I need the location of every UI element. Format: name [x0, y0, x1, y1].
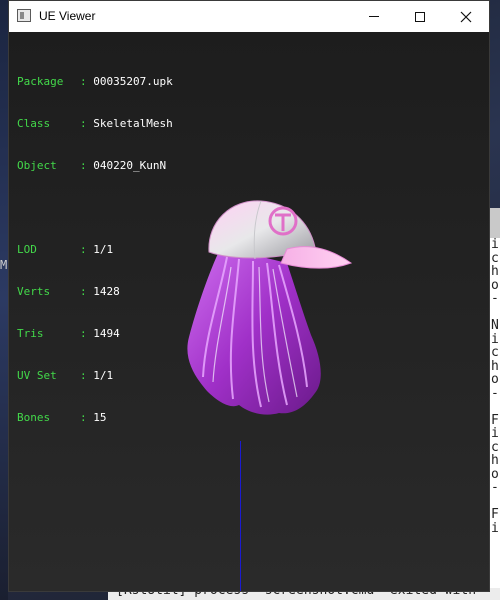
info-lod-row: LOD: 1/1 [17, 243, 173, 257]
info-value: 15 [93, 411, 107, 424]
title-bar[interactable]: UE Viewer [9, 1, 489, 32]
ue-viewer-window[interactable]: UE Viewer Package: 00035207.upk Class: S… [8, 0, 490, 592]
info-value: SkeletalMesh [93, 117, 173, 130]
window-title: UE Viewer [39, 9, 96, 23]
maximize-button[interactable] [397, 1, 443, 32]
info-value: 00035207.upk [93, 75, 173, 88]
minimize-icon [369, 16, 379, 17]
info-class-row: Class: SkeletalMesh [17, 117, 173, 131]
info-verts-row: Verts: 1428 [17, 285, 173, 299]
mesh-info-panel: Package: 00035207.upk Class: SkeletalMes… [17, 47, 173, 453]
info-separator: : [80, 159, 94, 172]
info-value: 1/1 [93, 243, 114, 256]
info-value: 1428 [93, 285, 120, 298]
axis-indicator-line [240, 441, 241, 591]
info-separator: : [80, 369, 94, 382]
info-label: Tris [17, 327, 44, 340]
desktop-background [0, 0, 8, 600]
info-label: Bones [17, 411, 51, 424]
info-label: Class [17, 117, 51, 130]
close-icon [460, 11, 472, 22]
info-separator: : [80, 285, 94, 298]
info-separator: : [80, 327, 94, 340]
info-label: Package [17, 75, 64, 88]
info-separator: : [80, 243, 94, 256]
background-terminal-right: i c h o - N i c h o - F i c h o - F i [490, 208, 500, 600]
terminal-text: i c h o - N i c h o - F i c h o - F i [491, 237, 499, 536]
background-window-fragment: M [0, 258, 8, 272]
info-uvset-row: UV Set: 1/1 [17, 369, 173, 383]
mesh-render-cap-with-hair [187, 200, 353, 415]
terminal-scroll-header [490, 208, 500, 238]
info-tris-row: Tris: 1494 [17, 327, 173, 341]
info-label: Verts [17, 285, 51, 298]
info-label: Object [17, 159, 57, 172]
info-value: 1/1 [93, 369, 114, 382]
info-separator: : [80, 411, 94, 424]
info-separator: : [80, 117, 94, 130]
info-package-row: Package: 00035207.upk [17, 75, 173, 89]
info-spacer [17, 201, 173, 215]
info-label: LOD [17, 243, 37, 256]
maximize-icon [415, 11, 425, 22]
info-value: 040220_KunN [93, 159, 167, 172]
close-button[interactable] [443, 1, 489, 32]
info-object-row: Object: 040220_KunN [17, 159, 173, 173]
3d-viewport[interactable]: Package: 00035207.upk Class: SkeletalMes… [9, 32, 489, 591]
info-separator: : [80, 75, 94, 88]
app-icon[interactable] [17, 9, 31, 22]
info-bones-row: Bones: 15 [17, 411, 173, 425]
minimize-button[interactable] [351, 1, 397, 32]
info-value: 1494 [93, 327, 120, 340]
info-label: UV Set [17, 369, 57, 382]
